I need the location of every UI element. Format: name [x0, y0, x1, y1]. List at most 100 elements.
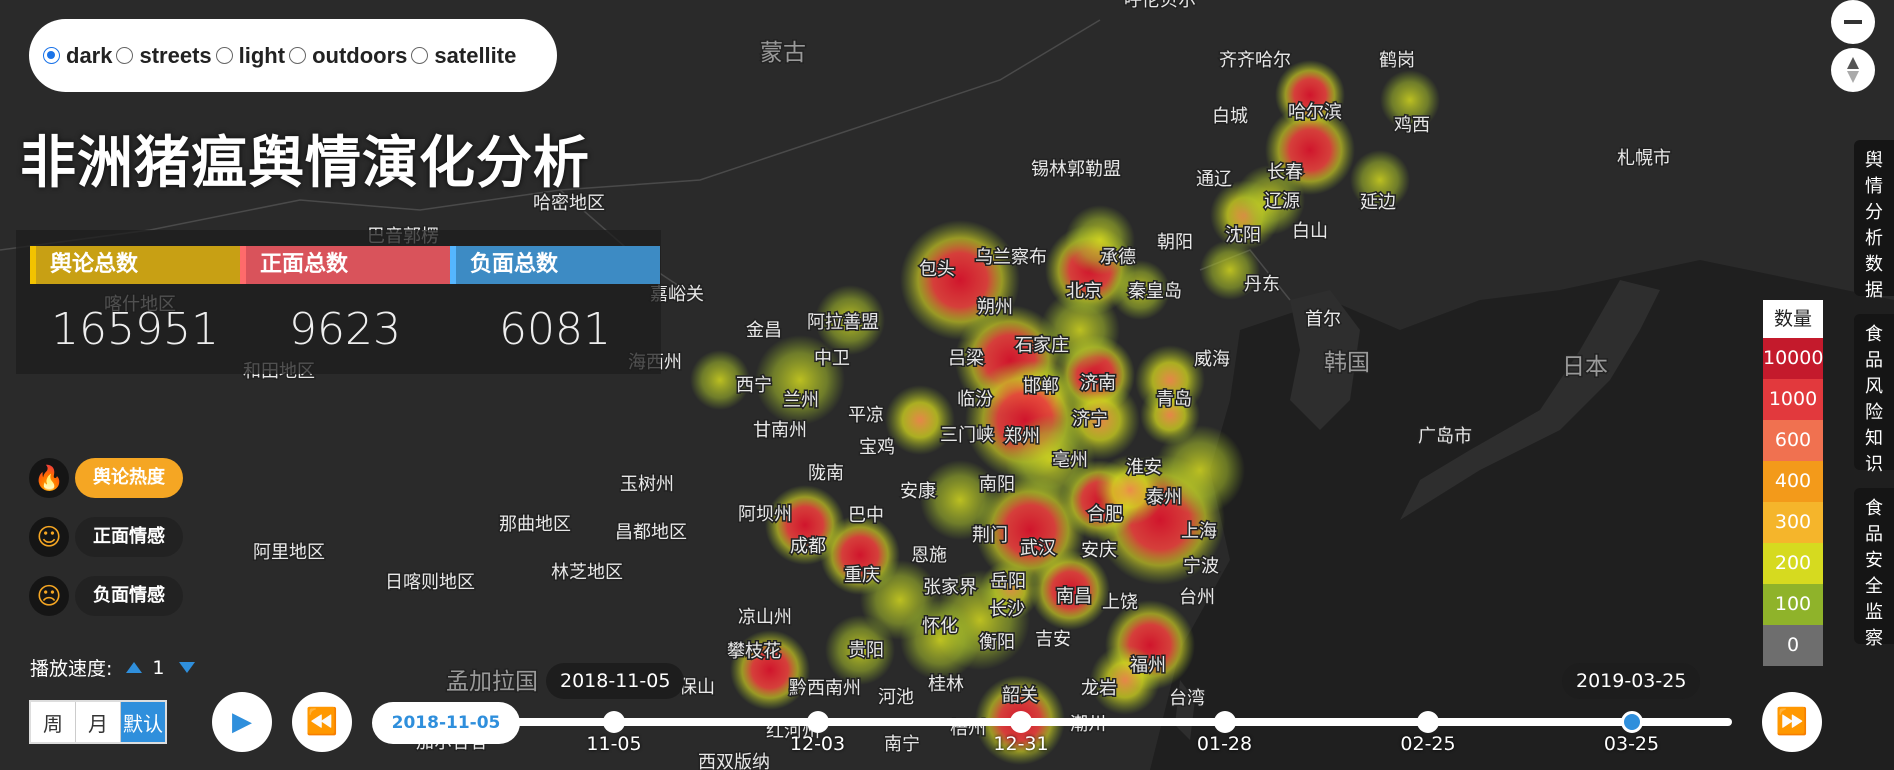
minus-icon	[1844, 20, 1862, 24]
layer-positive-button[interactable]: ☺ 正面情感	[29, 517, 183, 557]
timeline-tick-dot[interactable]	[1417, 711, 1439, 733]
current-date-pill: 2018-11-05	[372, 702, 520, 744]
stat-negative: 负面总数 6081	[450, 246, 660, 366]
compass-button[interactable]	[1831, 48, 1875, 92]
timeline-tick-dot[interactable]	[1010, 711, 1032, 733]
page-title: 非洲猪瘟舆情演化分析	[20, 131, 590, 196]
map-place-label: 保山	[679, 677, 715, 698]
style-label-outdoors: outdoors	[312, 42, 408, 68]
compass-icon	[1847, 57, 1859, 83]
map-place-label: 呼伦贝尔	[1124, 0, 1196, 11]
period-default[interactable]: 默认	[121, 702, 165, 742]
map-place-label: 阿里地区	[253, 542, 325, 563]
radio-satellite[interactable]	[411, 47, 429, 64]
speed-up-icon[interactable]	[126, 662, 143, 673]
map-place-label: 承德	[1100, 247, 1136, 268]
map-place-label: 南昌	[1056, 586, 1092, 607]
layer-heat-button[interactable]: 🔥 舆论热度	[29, 458, 183, 498]
stat-positive: 正面总数 9623	[240, 246, 450, 366]
side-tab-risk[interactable]: 食品风险知识	[1854, 314, 1894, 475]
map-place-label: 安庆	[1081, 540, 1117, 561]
map-place-label: 巴中	[848, 505, 884, 526]
legend-item: 300	[1763, 502, 1823, 543]
legend-item: 1000	[1763, 379, 1823, 420]
side-tab-analysis[interactable]: 舆情分析数据	[1854, 140, 1894, 301]
map-place-label: 龙岩	[1081, 678, 1117, 699]
map-place-label: 安康	[900, 481, 936, 502]
style-option-satellite[interactable]: satellite	[411, 43, 516, 69]
speed-value: 1	[152, 656, 165, 679]
timeline-tick-dot[interactable]	[603, 711, 625, 733]
map-place-label: 札幌市	[1617, 148, 1671, 169]
stat-total: 舆论总数 165951	[30, 246, 240, 366]
timeline-tick-dot[interactable]	[1213, 711, 1236, 733]
radio-outdoors[interactable]	[289, 47, 307, 64]
map-place-label: 鹤岗	[1379, 50, 1415, 71]
map-place-label: 宁波	[1183, 556, 1219, 577]
stat-total-label: 舆论总数	[30, 246, 240, 284]
radio-dark[interactable]	[43, 47, 60, 64]
map-place-label: 张家界	[923, 577, 977, 598]
timeline-tick-label: 12-03	[789, 733, 846, 755]
map-place-label: 包头	[919, 259, 955, 280]
map-place-label: 青岛	[1156, 389, 1192, 410]
rewind-button[interactable]: ⏪	[292, 692, 352, 752]
legend-item: 200	[1763, 543, 1823, 584]
layer-heat-label: 舆论热度	[75, 458, 183, 498]
map-place-label: 武汉	[1020, 538, 1056, 559]
play-button[interactable]: ▶	[212, 692, 272, 752]
period-week[interactable]: 周	[31, 702, 76, 742]
layer-negative-button[interactable]: ☹ 负面情感	[29, 576, 183, 616]
side-tab-supervision[interactable]: 食品安全监察	[1854, 488, 1894, 649]
timeline-tick-dot[interactable]	[806, 711, 829, 733]
map-place-label: 衡阳	[979, 632, 1015, 653]
period-month[interactable]: 月	[76, 702, 121, 742]
map-place-label: 韩国	[1324, 350, 1370, 376]
frown-icon: ☹	[29, 576, 69, 616]
map-place-label: 中卫	[814, 348, 850, 369]
map-place-label: 三门峡	[940, 425, 994, 446]
map-place-label: 长春	[1267, 162, 1303, 183]
map-place-label: 济宁	[1072, 409, 1108, 430]
map-place-label: 昌都地区	[615, 522, 687, 543]
map-place-label: 广岛市	[1418, 426, 1472, 447]
timeline-tick-dot[interactable]	[1620, 711, 1643, 733]
map-place-label: 威海	[1194, 349, 1230, 370]
map-place-label: 鸡西	[1394, 115, 1430, 136]
map-place-label: 吉安	[1035, 629, 1071, 650]
speed-down-icon[interactable]	[178, 662, 195, 673]
style-option-dark[interactable]: dark	[43, 43, 112, 69]
map-place-label: 临汾	[957, 389, 993, 410]
map-place-label: 南阳	[979, 474, 1015, 495]
smile-icon: ☺	[29, 517, 69, 557]
style-option-outdoors[interactable]: outdoors	[289, 43, 407, 69]
fast-forward-icon: ⏩	[1775, 707, 1809, 737]
map-place-label: 淮安	[1126, 457, 1162, 478]
map-place-label: 长沙	[989, 599, 1025, 620]
map-place-label: 济南	[1080, 373, 1116, 394]
style-option-streets[interactable]: streets	[116, 43, 212, 69]
timeline-track[interactable]	[510, 718, 1732, 726]
legend-item: 100	[1763, 584, 1823, 625]
map-place-label: 日本	[1562, 354, 1608, 380]
map-place-label: 上饶	[1102, 592, 1138, 613]
zoom-out-button[interactable]	[1831, 0, 1875, 44]
map-place-label: 延边	[1360, 192, 1396, 213]
fast-forward-button[interactable]: ⏩	[1762, 692, 1822, 752]
map-place-label: 辽源	[1264, 191, 1300, 212]
map-place-label: 蒙古	[760, 40, 806, 66]
map-place-label: 通辽	[1196, 169, 1232, 190]
map-place-label: 上海	[1181, 521, 1217, 542]
style-option-light[interactable]: light	[215, 43, 285, 69]
map-place-label: 福州	[1130, 655, 1166, 676]
map-place-label: 攀枝花	[727, 641, 781, 662]
playback-speed: 播放速度: 1	[30, 654, 195, 681]
map-place-label: 合肥	[1087, 504, 1123, 525]
map-place-label: 林芝地区	[551, 562, 623, 583]
map-canvas[interactable]: 呼伦贝尔蒙古 齐齐哈尔 鹤岗哈尔滨 白城 鸡西锡林郭勒盟 通辽 长春辽源 延边白山 沈阳 朝阳承德…	[0, 0, 1894, 770]
map-place-label: 恩施	[911, 545, 947, 566]
map-place-label: 丹东	[1244, 274, 1280, 295]
map-place-label: 日喀则地区	[385, 572, 475, 593]
radio-light[interactable]	[215, 47, 233, 64]
radio-streets[interactable]	[116, 47, 134, 64]
